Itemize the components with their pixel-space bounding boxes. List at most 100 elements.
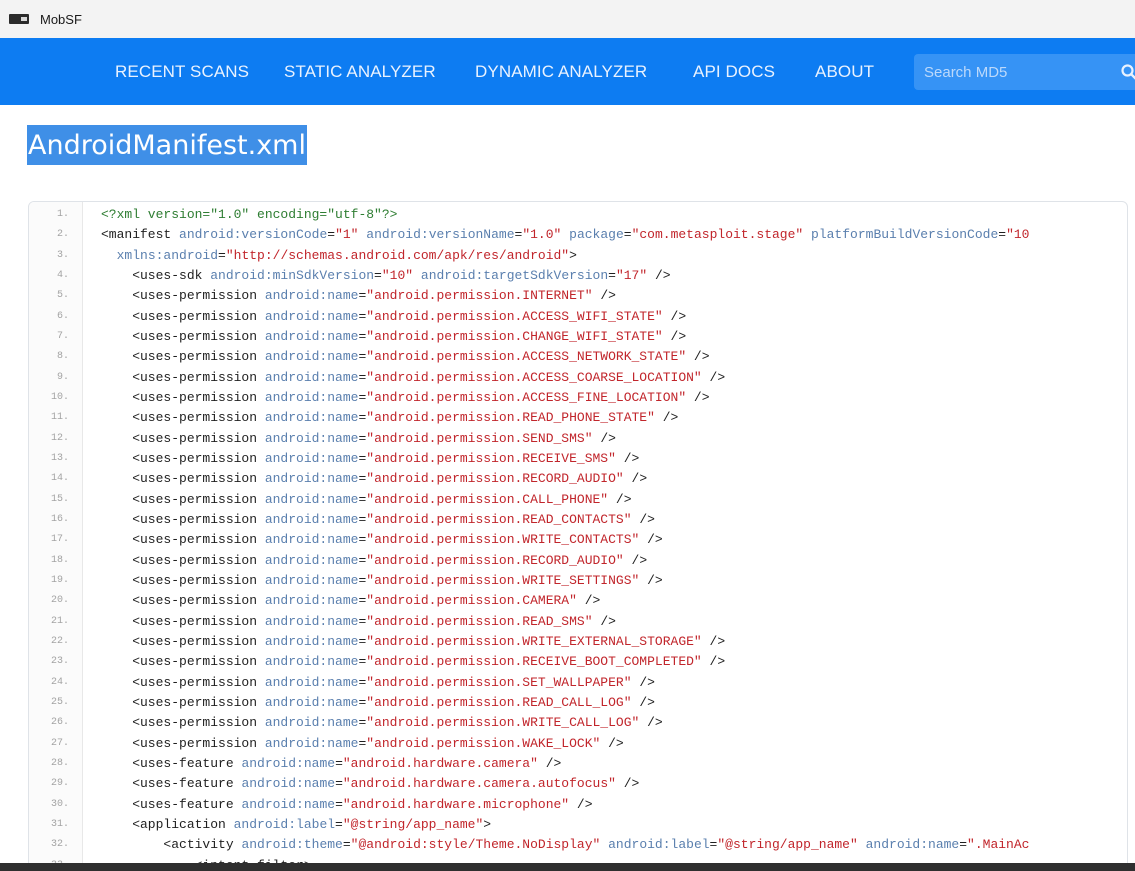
code-token: "android.hardware.camera.autofocus" <box>342 776 616 792</box>
search-icon[interactable] <box>1121 64 1135 80</box>
code-token: <uses-permission <box>101 552 265 568</box>
code-token: /> <box>600 735 624 751</box>
code-token: /> <box>639 532 663 548</box>
code-token: /> <box>592 288 616 304</box>
line-number: 11. <box>50 412 69 424</box>
code-line: 7. <uses-permission android:name="androi… <box>29 327 1127 347</box>
code-token: <uses-feature <box>101 755 242 771</box>
code-line: 1. <?xml version="1.0" encoding="utf-8"?> <box>29 205 1127 225</box>
mobsf-app-icon <box>9 14 29 24</box>
nav-about[interactable]: ABOUT <box>815 38 874 105</box>
line-code: <uses-permission android:name="android.p… <box>101 673 655 693</box>
code-token: "android.permission.ACCESS_WIFI_STATE" <box>366 308 663 324</box>
line-code: <uses-permission android:name="android.p… <box>101 713 663 733</box>
taskbar-strip <box>0 863 1135 871</box>
line-number: 14. <box>50 473 69 485</box>
code-token: <uses-permission <box>101 735 265 751</box>
code-token: /> <box>537 755 562 771</box>
code-token: "android.permission.WRITE_EXTERNAL_STORA… <box>366 633 702 649</box>
code-token: /> <box>608 491 632 507</box>
code-token: <activity <box>101 837 242 853</box>
code-token: xmlns:android <box>116 247 219 263</box>
code-token: "android.permission.READ_CONTACTS" <box>366 511 632 527</box>
search-md5-input[interactable] <box>914 54 1135 90</box>
code-token: android:name <box>264 369 359 385</box>
code-token: <uses-permission <box>101 349 265 365</box>
code-token: = <box>959 837 968 853</box>
line-number: 2. <box>56 229 69 241</box>
code-line: 4. <uses-sdk android:minSdkVersion="10" … <box>29 266 1127 286</box>
line-number: 15. <box>50 493 69 505</box>
code-token: android:name <box>264 694 359 710</box>
nav-recent-scans[interactable]: RECENT SCANS <box>115 38 249 105</box>
line-number: 12. <box>50 432 69 444</box>
line-code: <?xml version="1.0" encoding="utf-8"?> <box>101 205 397 225</box>
code-token: /> <box>631 674 655 690</box>
code-token: /> <box>631 694 655 710</box>
code-viewer[interactable]: 1. <?xml version="1.0" encoding="utf-8"?>… <box>28 201 1128 871</box>
code-token: "@android:style/Theme.NoDisplay" <box>350 837 601 853</box>
code-token: = <box>623 227 632 243</box>
code-token: android:name <box>264 410 359 426</box>
code-token: "@string/app_name" <box>717 837 858 853</box>
code-token: android:label <box>608 837 710 853</box>
line-code: <uses-permission android:name="android.p… <box>101 612 616 632</box>
code-line: 19. <uses-permission android:name="andro… <box>29 571 1127 591</box>
code-token: "android.permission.RECORD_AUDIO" <box>366 471 624 487</box>
code-token: = <box>342 837 351 853</box>
code-token: "android.permission.READ_SMS" <box>366 613 593 629</box>
page-title-text: AndroidManifest.xml <box>28 130 306 161</box>
code-token: /> <box>623 552 648 568</box>
code-token: "android.permission.WRITE_SETTINGS" <box>366 572 640 588</box>
nav-static-analyzer[interactable]: STATIC ANALYZER <box>284 38 436 105</box>
line-number: 17. <box>50 534 69 546</box>
code-token: android:targetSdkVersion <box>420 267 609 283</box>
code-token: <uses-sdk <box>101 267 211 283</box>
code-token: /> <box>686 349 710 365</box>
code-token: > <box>569 247 577 263</box>
code-token: = <box>327 227 336 243</box>
line-number: 9. <box>56 371 69 383</box>
code-token: "android.permission.CHANGE_WIFI_STATE" <box>366 328 663 344</box>
code-token: /> <box>662 308 687 324</box>
code-token: android:name <box>264 471 359 487</box>
code-line: 5. <uses-permission android:name="androi… <box>29 286 1127 306</box>
code-line: 2. <manifest android:versionCode="1" andr… <box>29 225 1127 245</box>
code-token: android:name <box>264 735 359 751</box>
code-token: <uses-permission <box>101 430 265 446</box>
code-token: <?xml version="1.0" encoding="utf-8"?> <box>101 207 398 222</box>
code-token: android:name <box>264 674 359 690</box>
code-token: "1" <box>335 227 359 243</box>
line-number: 19. <box>50 574 69 586</box>
code-line: 23. <uses-permission android:name="andro… <box>29 652 1127 672</box>
code-token: <uses-permission <box>101 613 265 629</box>
code-token: "android.permission.RECORD_AUDIO" <box>366 552 624 568</box>
code-token: = <box>374 267 382 283</box>
line-number: 26. <box>50 717 69 729</box>
code-token: "android.hardware.microphone" <box>342 796 570 812</box>
code-token: <uses-permission <box>101 715 265 731</box>
code-token: android:name <box>264 572 359 588</box>
code-token: <uses-permission <box>101 328 265 344</box>
line-code: <uses-permission android:name="android.p… <box>101 469 647 489</box>
code-token: = <box>335 776 343 792</box>
code-token: /> <box>701 369 726 385</box>
code-token: <manifest <box>101 227 180 243</box>
code-token: <uses-permission <box>101 572 265 588</box>
code-token: = <box>335 816 343 832</box>
line-number: 5. <box>56 290 69 302</box>
code-token: android:name <box>264 511 359 527</box>
code-token: /> <box>639 572 663 588</box>
line-number: 8. <box>56 351 69 363</box>
code-token: /> <box>639 715 663 731</box>
nav-api-docs[interactable]: API DOCS <box>693 38 775 105</box>
code-line: 27. <uses-permission android:name="andro… <box>29 734 1127 754</box>
line-code: <uses-sdk android:minSdkVersion="10" and… <box>101 266 670 286</box>
line-code: xmlns:android="http://schemas.android.co… <box>101 246 577 266</box>
window-titlebar: MobSF <box>0 0 1135 38</box>
nav-dynamic-analyzer[interactable]: DYNAMIC ANALYZER <box>475 38 647 105</box>
code-token: "android.permission.CAMERA" <box>366 593 577 609</box>
